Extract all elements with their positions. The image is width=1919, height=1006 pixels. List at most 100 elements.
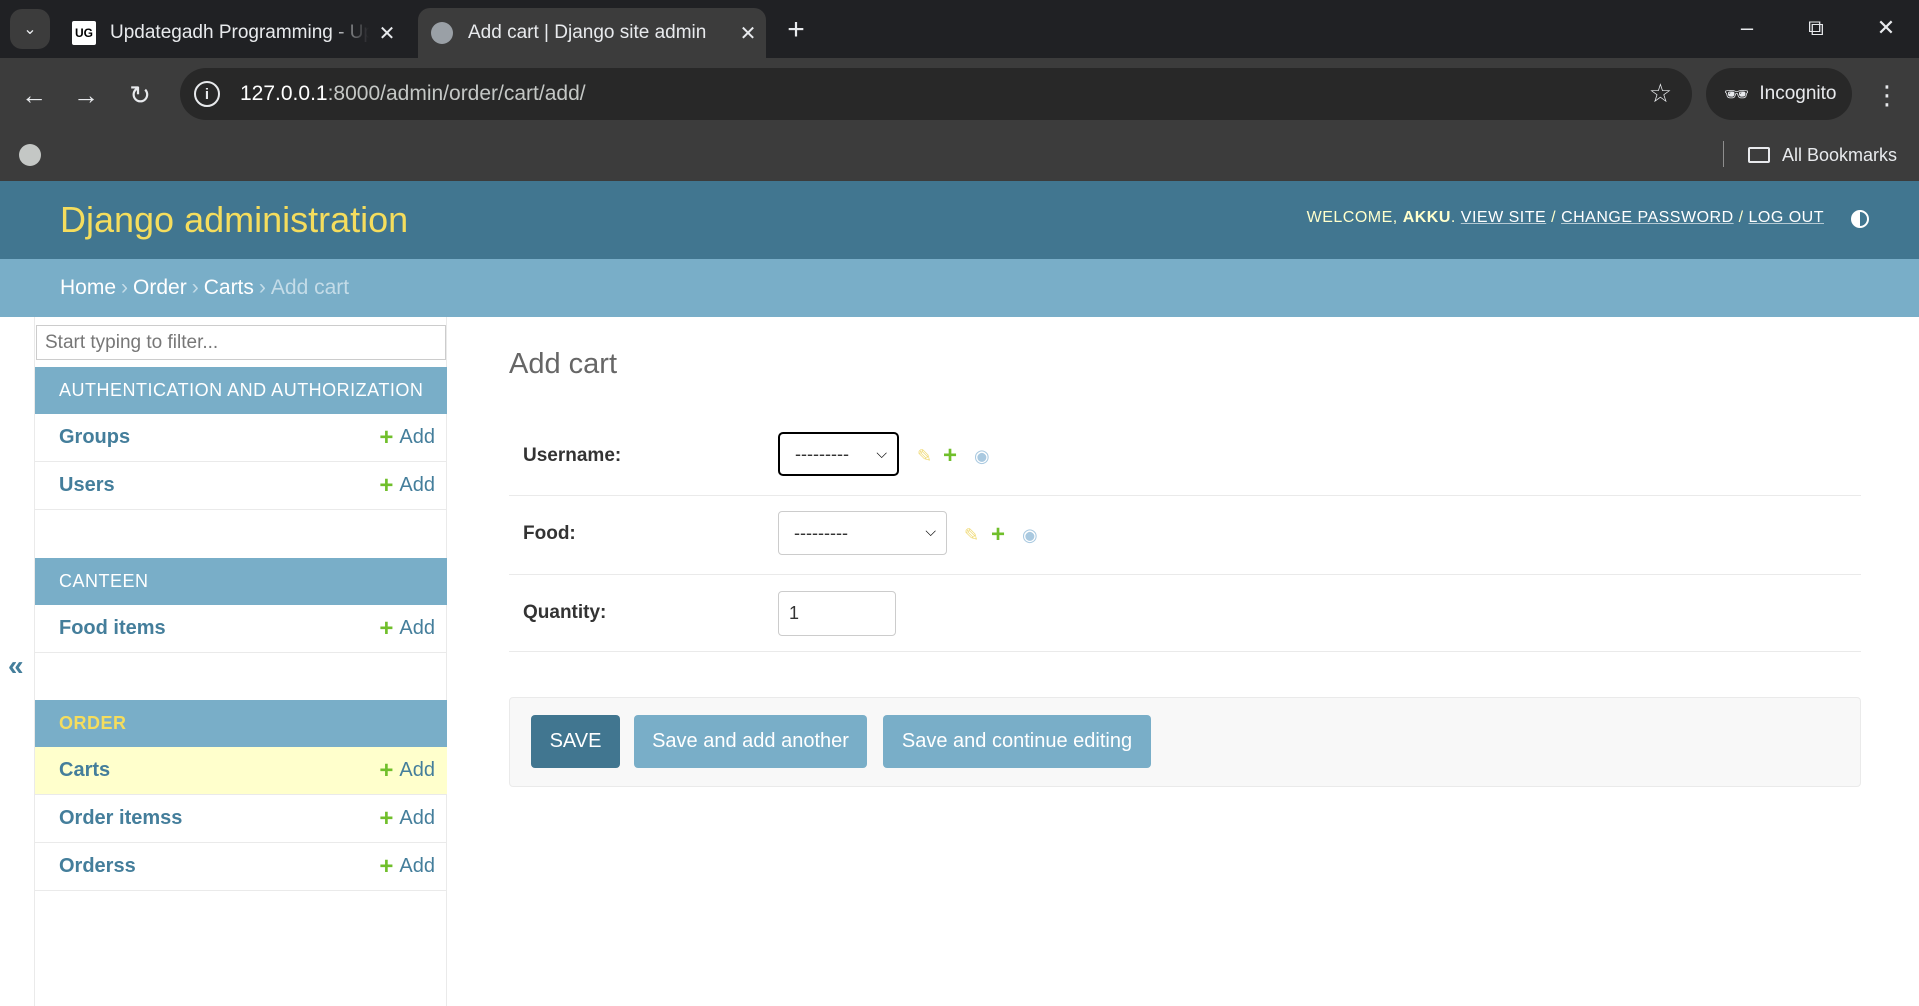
quantity-input[interactable]: 1 [778, 591, 896, 636]
module-order: Order Carts + Add Order itemss + Add Order… [35, 700, 447, 891]
username-label: Username: [523, 445, 622, 466]
add-link[interactable]: + Add [379, 614, 435, 642]
breadcrumb: Home › Order › Carts › Add cart [0, 259, 1919, 317]
sidebar-item-carts: Carts + Add [35, 747, 447, 795]
view-site-link[interactable]: View site [1461, 209, 1546, 226]
field-row-username: Username: --------- ⌵ ✎ + ◉ [509, 420, 1861, 496]
welcome-text: Welcome, [1306, 209, 1398, 226]
close-window-icon[interactable]: ✕ [1862, 10, 1910, 46]
address-bar[interactable]: i 127.0.0.1:8000/admin/order/cart/add/ ☆ [180, 68, 1692, 120]
module-auth: Authentication and Authorization Groups … [35, 367, 447, 510]
globe-icon [431, 22, 453, 44]
all-bookmarks-label: All Bookmarks [1782, 144, 1898, 165]
site-title[interactable]: Django administration [60, 199, 408, 241]
all-bookmarks-button[interactable]: All Bookmarks [1748, 140, 1897, 170]
chevron-down-icon: ⌵ [925, 523, 936, 539]
quantity-label: Quantity: [523, 602, 607, 623]
sidebar-item-groups: Groups + Add [35, 414, 447, 462]
restore-icon[interactable]: ⧉ [1792, 10, 1840, 46]
plus-icon: + [379, 756, 394, 784]
model-link[interactable]: Food items [59, 617, 166, 640]
add-link[interactable]: + Add [379, 756, 435, 784]
nav-filter-input[interactable] [36, 325, 446, 360]
edit-related-icon[interactable]: ✎ [964, 526, 979, 544]
module-canteen: Canteen Food items + Add [35, 558, 447, 653]
plus-icon: + [379, 852, 394, 880]
username: Akku [1402, 209, 1451, 226]
sidebar-item-order-itemss: Order itemss + Add [35, 795, 447, 843]
bookmarks-bar: All Bookmarks [0, 130, 1919, 182]
breadcrumb-home[interactable]: Home [60, 276, 116, 299]
close-tab-icon[interactable]: ✕ [730, 21, 766, 46]
food-label: Food: [523, 523, 576, 544]
browser-menu-icon[interactable]: ⋮ [1872, 75, 1902, 115]
ug-logo-icon: UG [72, 21, 96, 45]
sidebar-item-orderss: Orderss + Add [35, 843, 447, 891]
model-link[interactable]: Users [59, 474, 115, 497]
add-link[interactable]: + Add [379, 471, 435, 499]
view-related-icon[interactable]: ◉ [1022, 526, 1038, 544]
close-tab-icon[interactable]: ✕ [369, 21, 405, 46]
module-caption[interactable]: Authentication and Authorization [35, 367, 447, 414]
new-tab-button[interactable]: + [778, 12, 814, 48]
add-link[interactable]: + Add [379, 852, 435, 880]
food-select[interactable]: --------- ⌵ [778, 511, 947, 555]
model-link[interactable]: Order itemss [59, 807, 182, 830]
field-row-quantity: Quantity: 1 [509, 575, 1861, 652]
theme-toggle-icon[interactable] [1851, 210, 1869, 228]
reload-icon[interactable]: ↻ [120, 75, 160, 115]
tab-title: Updategadh Programming - Up [110, 22, 369, 43]
toggle-sidebar-button[interactable]: « [8, 650, 24, 682]
add-related-icon[interactable]: + [943, 444, 957, 468]
incognito-icon: 🕶 [1724, 83, 1750, 106]
view-related-icon[interactable]: ◉ [974, 447, 990, 465]
model-link[interactable]: Groups [59, 426, 130, 449]
add-link[interactable]: + Add [379, 423, 435, 451]
forward-icon[interactable]: → [66, 75, 106, 115]
plus-icon: + [379, 423, 394, 451]
module-caption[interactable]: Canteen [35, 558, 447, 605]
model-link[interactable]: Carts [59, 759, 110, 782]
save-button[interactable]: Save [531, 715, 620, 768]
admin-header: Django administration Welcome, Akku. Vie… [0, 181, 1919, 259]
tab-search-button[interactable]: ⌄ [10, 9, 50, 49]
bookmark-star-icon[interactable]: ☆ [1649, 78, 1672, 109]
change-password-link[interactable]: Change password [1561, 209, 1734, 226]
chevron-down-icon: ⌵ [876, 445, 887, 461]
minimize-icon[interactable]: – [1723, 10, 1771, 46]
user-tools: Welcome, Akku. View site / Change passwo… [1306, 209, 1824, 226]
breadcrumb-current: Add cart [270, 276, 350, 299]
chevron-down-icon: ⌄ [23, 21, 37, 38]
nav-sidebar: Authentication and Authorization Groups … [34, 317, 447, 1006]
globe-icon[interactable] [19, 144, 41, 166]
model-link[interactable]: Orderss [59, 855, 136, 878]
browser-tabstrip: ⌄ UG Updategadh Programming - Up ✕ Add c… [0, 0, 1919, 58]
save-add-another-button[interactable]: Save and add another [634, 715, 867, 768]
folder-icon [1748, 147, 1770, 163]
log-out-link[interactable]: Log out [1748, 209, 1824, 226]
module-caption[interactable]: Order [35, 700, 447, 747]
add-link[interactable]: + Add [379, 804, 435, 832]
site-info-icon[interactable]: i [194, 81, 220, 107]
bookmarks-divider [1723, 141, 1724, 167]
submit-row: Save Save and add another Save and conti… [509, 697, 1861, 787]
page-title: Add cart [509, 348, 617, 380]
plus-icon: + [379, 471, 394, 499]
sidebar-item-users: Users + Add [35, 462, 447, 510]
breadcrumb-app[interactable]: Order [133, 276, 187, 299]
plus-icon: + [379, 614, 394, 642]
field-row-food: Food: --------- ⌵ ✎ + ◉ [509, 496, 1861, 575]
add-related-icon[interactable]: + [991, 523, 1005, 547]
username-select[interactable]: --------- ⌵ [778, 432, 899, 476]
incognito-badge[interactable]: 🕶 Incognito [1706, 68, 1852, 120]
address-url[interactable]: 127.0.0.1:8000/admin/order/cart/add/ [240, 82, 586, 106]
back-icon[interactable]: ← [14, 75, 54, 115]
tab-updategadh[interactable]: UG Updategadh Programming - Up ✕ [60, 8, 405, 58]
save-continue-editing-button[interactable]: Save and continue editing [883, 715, 1151, 768]
tab-add-cart[interactable]: Add cart | Django site admin ✕ [418, 8, 766, 58]
plus-icon: + [379, 804, 394, 832]
breadcrumb-model[interactable]: Carts [204, 276, 254, 299]
tab-title: Add cart | Django site admin [468, 22, 707, 43]
sidebar-item-food-items: Food items + Add [35, 605, 447, 653]
edit-related-icon[interactable]: ✎ [917, 447, 932, 465]
